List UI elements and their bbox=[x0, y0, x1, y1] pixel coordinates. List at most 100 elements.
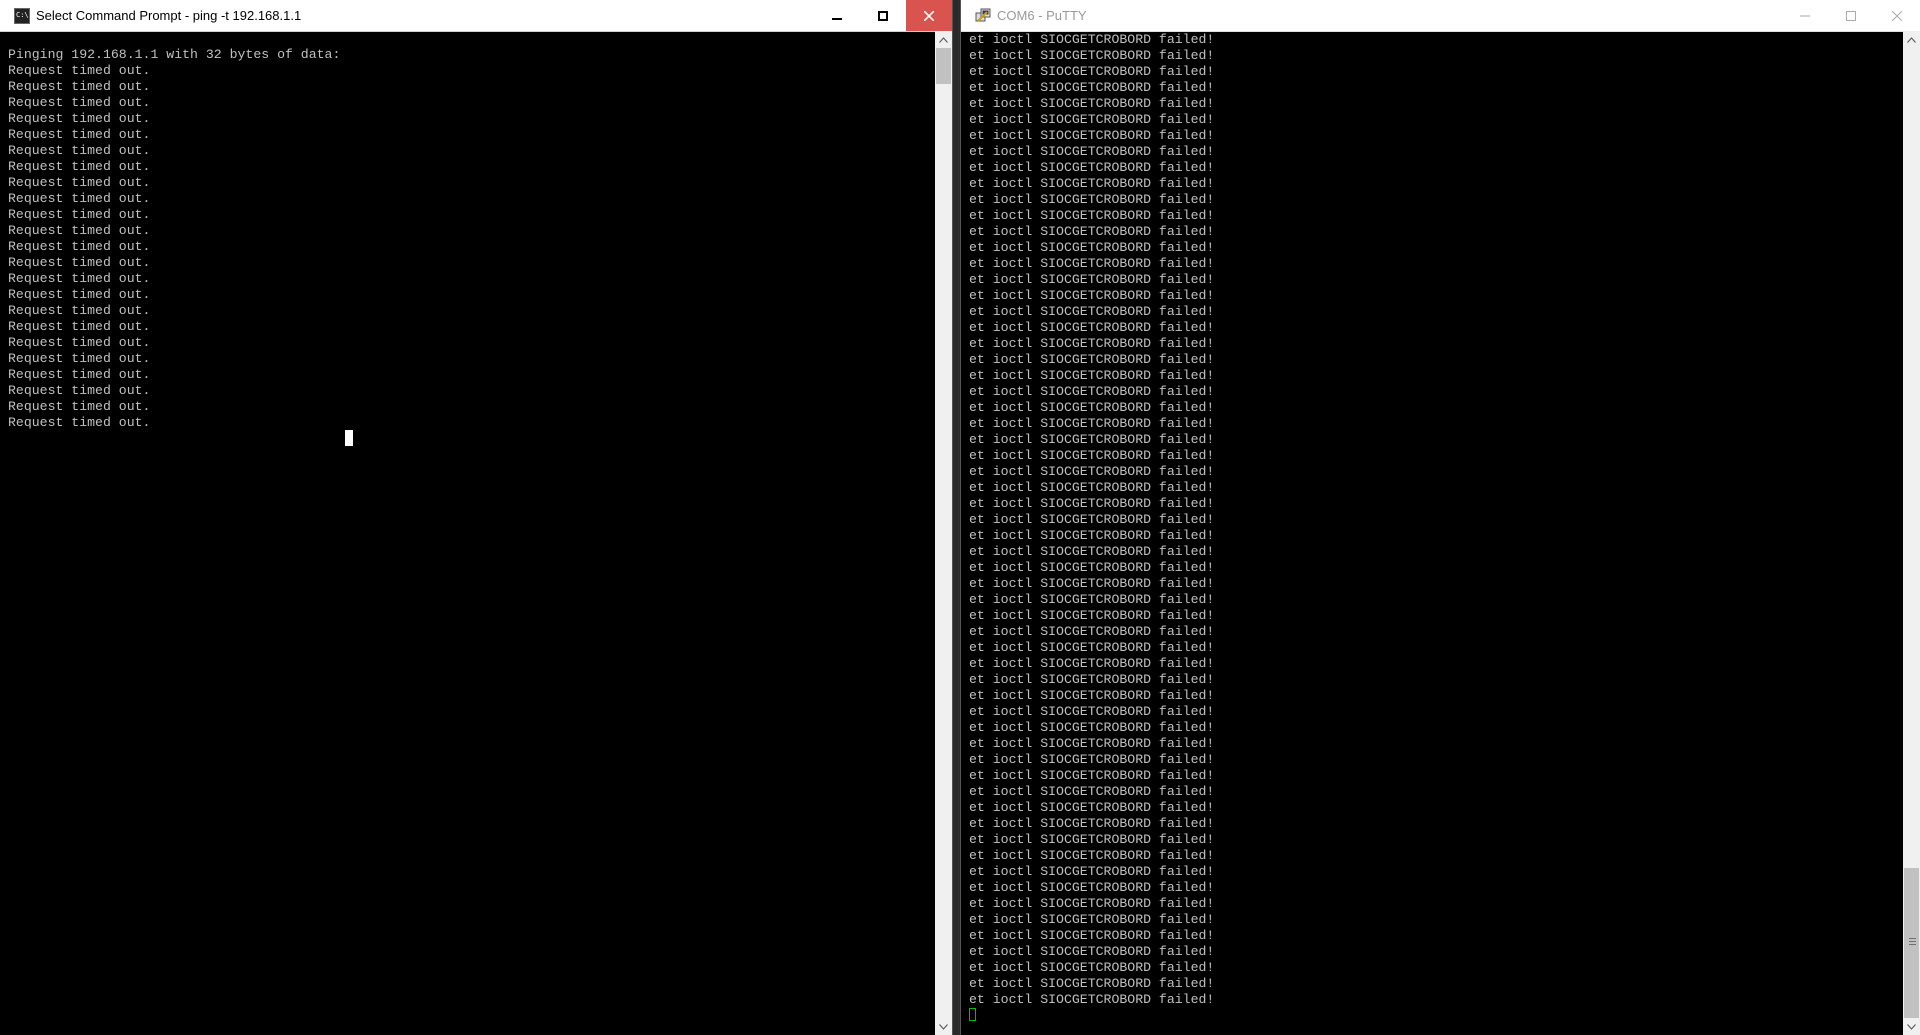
console-line: et ioctl SIOCGETCROBORD failed! bbox=[969, 272, 1215, 287]
console-line: et ioctl SIOCGETCROBORD failed! bbox=[969, 944, 1215, 959]
putty-scroll-thumb[interactable] bbox=[1904, 868, 1919, 1018]
putty-window[interactable]: COM6 - PuTTY et ioctl SIOCGETCROBORD fai… bbox=[960, 0, 1920, 1035]
close-icon bbox=[1892, 10, 1902, 21]
console-line: et ioctl SIOCGETCROBORD failed! bbox=[969, 976, 1215, 991]
cmd-scroll-down-button[interactable] bbox=[935, 1018, 952, 1035]
cmd-scroll-up-button[interactable] bbox=[935, 31, 952, 48]
console-line: Request timed out. bbox=[8, 127, 151, 142]
console-line: et ioctl SIOCGETCROBORD failed! bbox=[969, 144, 1215, 159]
close-icon bbox=[924, 10, 934, 21]
console-line: et ioctl SIOCGETCROBORD failed! bbox=[969, 752, 1215, 767]
console-line: et ioctl SIOCGETCROBORD failed! bbox=[969, 784, 1215, 799]
console-line: et ioctl SIOCGETCROBORD failed! bbox=[969, 368, 1215, 383]
console-line: et ioctl SIOCGETCROBORD failed! bbox=[969, 240, 1215, 255]
console-line: Request timed out. bbox=[8, 287, 151, 302]
putty-maximize-button[interactable] bbox=[1828, 0, 1874, 31]
putty-icon[interactable] bbox=[975, 8, 991, 24]
console-line: et ioctl SIOCGETCROBORD failed! bbox=[969, 208, 1215, 223]
maximize-icon bbox=[1846, 10, 1856, 21]
chevron-up-icon bbox=[1907, 36, 1916, 43]
cmd-minimize-button[interactable] bbox=[814, 0, 860, 31]
console-line: et ioctl SIOCGETCROBORD failed! bbox=[969, 528, 1215, 543]
cmd-window-controls bbox=[814, 0, 952, 31]
cmd-console-output[interactable]: Pinging 192.168.1.1 with 32 bytes of dat… bbox=[8, 47, 926, 1031]
cmd-close-button[interactable] bbox=[906, 0, 952, 31]
cmd-scrollbar[interactable] bbox=[935, 31, 952, 1035]
command-prompt-icon[interactable] bbox=[14, 7, 30, 24]
console-line: et ioctl SIOCGETCROBORD failed! bbox=[969, 720, 1215, 735]
console-line: Request timed out. bbox=[8, 223, 151, 238]
putty-text-cursor bbox=[969, 1008, 976, 1022]
putty-scroll-down-button[interactable] bbox=[1903, 1018, 1920, 1035]
console-line: et ioctl SIOCGETCROBORD failed! bbox=[969, 336, 1215, 351]
console-line: et ioctl SIOCGETCROBORD failed! bbox=[969, 448, 1215, 463]
cmd-maximize-button[interactable] bbox=[860, 0, 906, 31]
ping-header-line: Pinging 192.168.1.1 with 32 bytes of dat… bbox=[8, 47, 341, 62]
console-line: et ioctl SIOCGETCROBORD failed! bbox=[969, 912, 1215, 927]
console-line: et ioctl SIOCGETCROBORD failed! bbox=[969, 192, 1215, 207]
putty-close-button[interactable] bbox=[1874, 0, 1920, 31]
console-line: Request timed out. bbox=[8, 207, 151, 222]
putty-scroll-track[interactable] bbox=[1903, 48, 1920, 1018]
console-line: et ioctl SIOCGETCROBORD failed! bbox=[969, 400, 1215, 415]
console-line: et ioctl SIOCGETCROBORD failed! bbox=[969, 384, 1215, 399]
console-line: Request timed out. bbox=[8, 143, 151, 158]
console-line: et ioctl SIOCGETCROBORD failed! bbox=[969, 832, 1215, 847]
console-line: et ioctl SIOCGETCROBORD failed! bbox=[969, 320, 1215, 335]
console-line: Request timed out. bbox=[8, 415, 151, 430]
console-line: et ioctl SIOCGETCROBORD failed! bbox=[969, 960, 1215, 975]
console-line: et ioctl SIOCGETCROBORD failed! bbox=[969, 112, 1215, 127]
console-line: et ioctl SIOCGETCROBORD failed! bbox=[969, 896, 1215, 911]
console-line: et ioctl SIOCGETCROBORD failed! bbox=[969, 704, 1215, 719]
command-prompt-window[interactable]: Select Command Prompt - ping -t 192.168.… bbox=[0, 0, 953, 1035]
console-line: et ioctl SIOCGETCROBORD failed! bbox=[969, 640, 1215, 655]
console-line: et ioctl SIOCGETCROBORD failed! bbox=[969, 32, 1215, 47]
console-line: Request timed out. bbox=[8, 255, 151, 270]
console-line: Request timed out. bbox=[8, 367, 151, 382]
chevron-down-icon bbox=[939, 1023, 948, 1030]
putty-scroll-up-button[interactable] bbox=[1903, 31, 1920, 48]
console-line: et ioctl SIOCGETCROBORD failed! bbox=[969, 992, 1215, 1007]
console-line: et ioctl SIOCGETCROBORD failed! bbox=[969, 928, 1215, 943]
console-line: Request timed out. bbox=[8, 303, 151, 318]
chevron-up-icon bbox=[939, 36, 948, 43]
cmd-scroll-thumb[interactable] bbox=[936, 48, 951, 84]
console-line: Request timed out. bbox=[8, 79, 151, 94]
console-line: Request timed out. bbox=[8, 239, 151, 254]
console-line: et ioctl SIOCGETCROBORD failed! bbox=[969, 592, 1215, 607]
console-line: Request timed out. bbox=[8, 383, 151, 398]
putty-console-output[interactable]: et ioctl SIOCGETCROBORD failed! et ioctl … bbox=[969, 32, 1894, 1031]
console-line: Request timed out. bbox=[8, 175, 151, 190]
putty-window-title: COM6 - PuTTY bbox=[997, 8, 1087, 23]
console-line: et ioctl SIOCGETCROBORD failed! bbox=[969, 80, 1215, 95]
console-line: et ioctl SIOCGETCROBORD failed! bbox=[969, 800, 1215, 815]
scroll-grip-line bbox=[1909, 938, 1916, 939]
console-line: et ioctl SIOCGETCROBORD failed! bbox=[969, 560, 1215, 575]
console-line: et ioctl SIOCGETCROBORD failed! bbox=[969, 464, 1215, 479]
console-line: et ioctl SIOCGETCROBORD failed! bbox=[969, 352, 1215, 367]
cmd-window-title: Select Command Prompt - ping -t 192.168.… bbox=[36, 8, 302, 23]
window-gap bbox=[953, 0, 960, 1035]
chevron-down-icon bbox=[1907, 1023, 1916, 1030]
scroll-grip-line bbox=[1909, 944, 1916, 945]
cmd-scroll-track[interactable] bbox=[935, 48, 952, 1018]
console-line: Request timed out. bbox=[8, 111, 151, 126]
putty-scrollbar[interactable] bbox=[1903, 31, 1920, 1035]
putty-title-bar[interactable]: COM6 - PuTTY bbox=[961, 0, 1920, 32]
console-line: et ioctl SIOCGETCROBORD failed! bbox=[969, 880, 1215, 895]
putty-minimize-button[interactable] bbox=[1782, 0, 1828, 31]
console-line: et ioctl SIOCGETCROBORD failed! bbox=[969, 416, 1215, 431]
putty-prompt-line bbox=[969, 1008, 1894, 1024]
console-line: Request timed out. bbox=[8, 351, 151, 366]
console-line: et ioctl SIOCGETCROBORD failed! bbox=[969, 224, 1215, 239]
console-line: et ioctl SIOCGETCROBORD failed! bbox=[969, 176, 1215, 191]
console-line: et ioctl SIOCGETCROBORD failed! bbox=[969, 96, 1215, 111]
console-line: et ioctl SIOCGETCROBORD failed! bbox=[969, 848, 1215, 863]
console-line: et ioctl SIOCGETCROBORD failed! bbox=[969, 672, 1215, 687]
console-line: et ioctl SIOCGETCROBORD failed! bbox=[969, 256, 1215, 271]
console-line: et ioctl SIOCGETCROBORD failed! bbox=[969, 608, 1215, 623]
console-line: Request timed out. bbox=[8, 271, 151, 286]
cmd-title-bar[interactable]: Select Command Prompt - ping -t 192.168.… bbox=[0, 0, 952, 32]
console-line: et ioctl SIOCGETCROBORD failed! bbox=[969, 768, 1215, 783]
minimize-icon bbox=[832, 17, 842, 20]
